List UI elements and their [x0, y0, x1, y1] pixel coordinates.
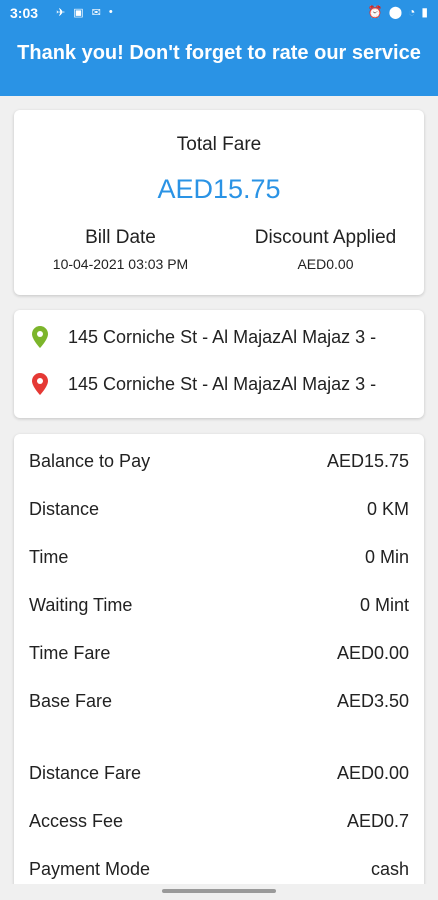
discount-label: Discount Applied: [254, 227, 397, 248]
detail-value: AED0.00: [336, 762, 409, 783]
detail-label: Distance: [29, 498, 100, 519]
detail-row-payment-mode: Payment Mode cash: [29, 855, 409, 883]
bill-date-label: Bill Date: [85, 227, 156, 248]
gallery-icon: ▣: [73, 7, 84, 19]
detail-value: AED15.75: [326, 450, 409, 471]
drop-address: 145 Corniche St - Al MajazAl Majaz 3 -: [68, 373, 377, 394]
detail-label: Access Fee: [29, 810, 124, 831]
detail-label: Payment Mode: [29, 858, 151, 879]
detail-row-base-fare: Base Fare AED3.50: [29, 687, 409, 715]
total-fare-value: AED15.75: [157, 174, 281, 204]
battery-icon: ▮: [421, 5, 428, 19]
message-icon: ✉: [91, 7, 101, 19]
fare-details-card: Balance to Pay AED15.75 Distance 0 KM Ti…: [14, 434, 424, 900]
detail-row-distance-fare: Distance Fare AED0.00: [29, 759, 409, 787]
pickup-location-row: 145 Corniche St - Al MajazAl Majaz 3 -: [32, 324, 414, 350]
fare-summary-card: Total Fare AED15.75 Bill Date 10-04-2021…: [14, 110, 424, 295]
home-gesture-handle[interactable]: [162, 889, 276, 893]
detail-row-time-fare: Time Fare AED0.00: [29, 639, 409, 667]
bill-date-value: 10-04-2021 03:03 PM: [52, 256, 189, 272]
detail-value: AED0.00: [336, 642, 409, 663]
total-fare-label: Total Fare: [176, 134, 262, 155]
drop-location-row: 145 Corniche St - Al MajazAl Majaz 3 -: [32, 371, 414, 397]
detail-label: Base Fare: [29, 690, 113, 711]
system-icons: ⏰ ⬤ ◔ ▮: [368, 5, 428, 19]
flight-mode-icon: ✈: [56, 7, 66, 19]
detail-row-distance: Distance 0 KM: [29, 495, 409, 523]
header-bar: Thank you! Don't forget to rate our serv…: [0, 26, 438, 96]
detail-value: 0 Min: [364, 546, 409, 567]
pickup-pin-icon: [32, 326, 48, 348]
discount-value: AED0.00: [297, 256, 354, 272]
alarm-icon: ⏰: [367, 5, 383, 19]
detail-value: AED0.7: [346, 810, 409, 831]
detail-value: 0 Mint: [359, 594, 409, 615]
status-bar: 3:03 ✈ ▣ ✉ • ⏰ ⬤ ◔ ▮: [0, 0, 438, 26]
detail-value: cash: [370, 858, 409, 879]
detail-label: Time Fare: [29, 642, 111, 663]
detail-row-waiting-time: Waiting Time 0 Mint: [29, 591, 409, 619]
locations-card: 145 Corniche St - Al MajazAl Majaz 3 - 1…: [14, 310, 424, 418]
detail-label: Distance Fare: [29, 762, 142, 783]
location-icon: ⬤: [388, 5, 403, 19]
detail-value: AED3.50: [336, 690, 409, 711]
notification-icons: ✈ ▣ ✉ •: [56, 6, 113, 19]
drop-pin-icon: [32, 373, 48, 395]
page-title: Thank you! Don't forget to rate our serv…: [17, 42, 421, 64]
wifi-icon: ◔: [408, 5, 416, 19]
dot-icon: •: [108, 6, 113, 18]
detail-label: Time: [29, 546, 69, 567]
detail-label: Waiting Time: [29, 594, 133, 615]
detail-value: 0 KM: [366, 498, 409, 519]
pickup-address: 145 Corniche St - Al MajazAl Majaz 3 -: [68, 326, 377, 347]
detail-row-balance: Balance to Pay AED15.75: [29, 447, 409, 475]
detail-label: Balance to Pay: [29, 450, 151, 471]
detail-row-access-fee: Access Fee AED0.7: [29, 807, 409, 835]
detail-row-time: Time 0 Min: [29, 543, 409, 571]
status-time: 3:03: [10, 5, 39, 21]
gesture-nav-bar: [0, 884, 438, 900]
